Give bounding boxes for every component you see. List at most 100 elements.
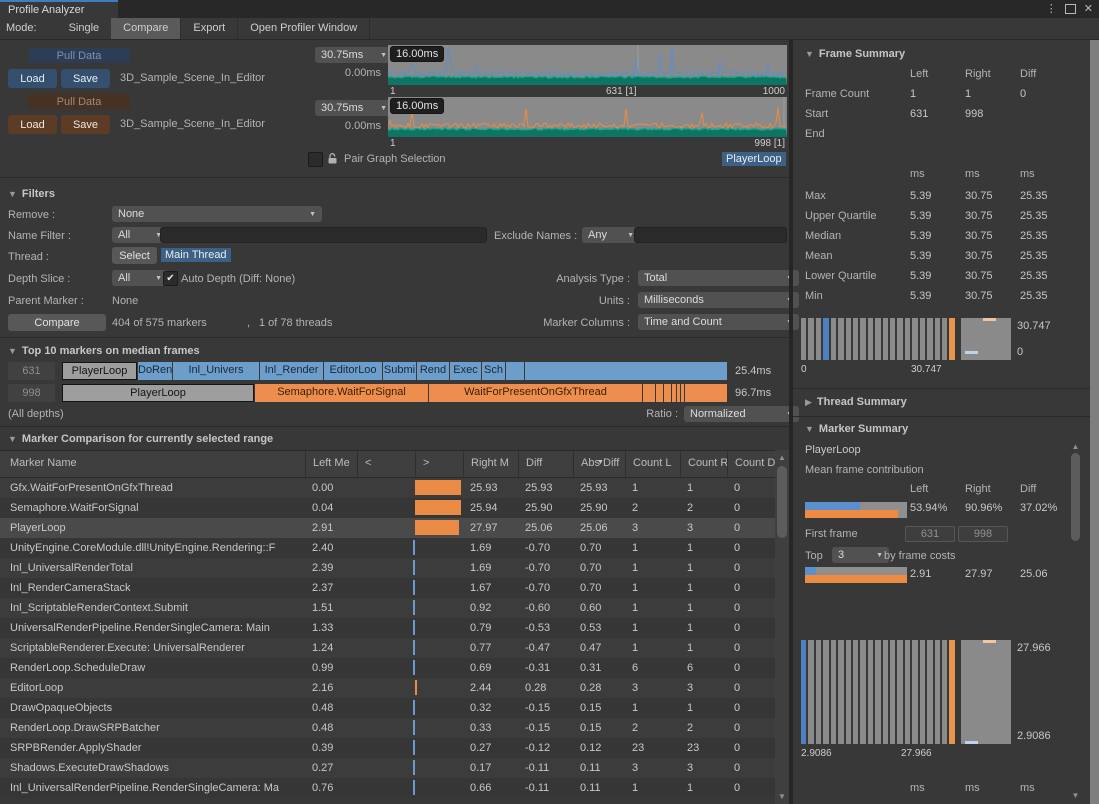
top10-segment[interactable]: Inl_Render xyxy=(260,362,323,380)
top10-segment[interactable] xyxy=(685,384,727,402)
remove-dropdown[interactable]: None▼ xyxy=(112,206,322,222)
first-frame-left-button[interactable]: 631 xyxy=(905,526,955,542)
comparison-row[interactable]: ScriptableRenderer.Execute: UniversalRen… xyxy=(0,638,775,658)
marker-columns-dropdown[interactable]: Time and Count▼ xyxy=(638,314,799,330)
depth-slice-dropdown[interactable]: All▼ xyxy=(112,270,168,286)
comparison-row[interactable]: Inl_UniversalRenderTotal2.391.69-0.700.7… xyxy=(0,558,775,578)
compare-button[interactable]: Compare xyxy=(8,314,106,331)
name-filter-input[interactable] xyxy=(160,227,487,243)
top10-segment[interactable]: Rend xyxy=(417,362,449,380)
cell-marker-name: Inl_UniversalRenderPipeline.RenderSingle… xyxy=(0,778,305,798)
filters-header[interactable]: ▼Filters xyxy=(8,188,55,200)
thread-summary-header[interactable]: ▶Thread Summary xyxy=(805,396,907,408)
maximize-icon[interactable] xyxy=(1065,4,1076,14)
comparison-row[interactable]: DrawOpaqueObjects0.480.32-0.150.15110 xyxy=(0,698,775,718)
top10-segment[interactable] xyxy=(506,362,524,380)
histogram-bar xyxy=(883,640,888,744)
top10-segment[interactable] xyxy=(672,384,676,402)
kebab-menu-icon[interactable]: ⋮ xyxy=(1046,2,1057,15)
scroll-up-icon[interactable]: ▲ xyxy=(1070,442,1081,451)
cell-count-right: 1 xyxy=(680,778,727,798)
table-scrollbar-thumb[interactable] xyxy=(777,466,787,538)
open-profiler-window-button[interactable]: Open Profiler Window xyxy=(238,18,369,39)
top10-segment[interactable] xyxy=(643,384,655,402)
frame-summary-header[interactable]: ▼Frame Summary xyxy=(805,48,905,60)
comparison-row[interactable]: EditorLoop2.162.440.280.28330 xyxy=(0,678,775,698)
window-scrollbar[interactable] xyxy=(1090,40,1099,804)
column-header-diff[interactable]: Diff xyxy=(518,451,573,477)
mode-compare-button[interactable]: Compare xyxy=(111,18,180,39)
comparison-row[interactable]: SRPBRender.ApplyShader0.390.27-0.120.122… xyxy=(0,738,775,758)
exclude-mode-dropdown[interactable]: Any▼ xyxy=(582,227,640,243)
load-button-right[interactable]: Load xyxy=(8,115,57,134)
ratio-dropdown[interactable]: Normalized▼ xyxy=(684,406,799,422)
frame-graph-right[interactable]: 16.00ms xyxy=(388,97,787,137)
frame-index-label[interactable]: 998 xyxy=(8,384,55,402)
comparison-row[interactable]: Shadows.ExecuteDrawShadows0.270.17-0.110… xyxy=(0,758,775,778)
top10-segment[interactable]: Submi xyxy=(383,362,416,380)
marker-summary-header[interactable]: ▼Marker Summary xyxy=(805,423,908,435)
auto-depth-checkbox[interactable]: ✔ xyxy=(163,271,178,286)
marker-comparison-header[interactable]: ▼Marker Comparison for currently selecte… xyxy=(8,433,273,445)
top10-segment[interactable]: Inl_Univers xyxy=(173,362,259,380)
frame-index-label[interactable]: 631 xyxy=(8,362,55,380)
comparison-row[interactable]: Semaphore.WaitForSignal0.0425.9425.9025.… xyxy=(0,498,775,518)
column-header-abs-diff[interactable]: Abs Diff▼ xyxy=(573,451,625,477)
top10-segment[interactable]: PlayerLoop xyxy=(62,384,254,402)
scroll-up-icon[interactable]: ▲ xyxy=(775,453,789,462)
exclude-names-input[interactable] xyxy=(634,227,787,243)
graph-scale-dropdown-left[interactable]: 30.75ms▼ xyxy=(315,47,393,63)
top-n-dropdown[interactable]: 3▼ xyxy=(832,547,889,563)
comparison-row[interactable]: RenderLoop.DrawSRPBatcher0.480.33-0.150.… xyxy=(0,718,775,738)
top10-segment[interactable]: WaitForPresentOnGfxThread xyxy=(429,384,642,402)
top10-segment[interactable]: Semaphore.WaitForSignal xyxy=(255,384,428,402)
close-icon[interactable]: ✕ xyxy=(1084,2,1093,15)
column-header-count-d[interactable]: Count D xyxy=(727,451,775,477)
top10-segment[interactable] xyxy=(656,384,663,402)
top10-segment[interactable]: DoRenderl xyxy=(138,362,172,380)
top10-segment[interactable] xyxy=(681,384,684,402)
units-dropdown[interactable]: Milliseconds▼ xyxy=(638,292,799,308)
table-scrollbar[interactable]: ▲ ▼ xyxy=(775,450,789,804)
comparison-row[interactable]: Inl_UniversalRenderPipeline.RenderSingle… xyxy=(0,778,775,798)
top10-segment[interactable]: Exec xyxy=(450,362,481,380)
top10-header[interactable]: ▼Top 10 markers on median frames xyxy=(8,345,200,357)
load-button-left[interactable]: Load xyxy=(8,69,57,88)
analysis-type-dropdown[interactable]: Total▼ xyxy=(638,270,799,286)
top10-segment[interactable] xyxy=(664,384,671,402)
comparison-row[interactable]: RenderLoop.ScheduleDraw0.990.69-0.310.31… xyxy=(0,658,775,678)
frame-graph-left[interactable]: 16.00ms xyxy=(388,45,787,85)
top10-segment[interactable]: PlayerLoop xyxy=(62,362,137,380)
histogram-bar xyxy=(868,640,873,744)
comparison-row[interactable]: UniversalRenderPipeline.RenderSingleCame… xyxy=(0,618,775,638)
top10-segment[interactable] xyxy=(525,362,727,380)
save-button-left[interactable]: Save xyxy=(61,69,110,88)
column-header-right-m[interactable]: Right M xyxy=(463,451,518,477)
column-header-count-r[interactable]: Count R xyxy=(680,451,727,477)
column-header--[interactable]: > xyxy=(415,451,463,477)
graph-scale-dropdown-right[interactable]: 30.75ms▼ xyxy=(315,100,393,116)
pair-graph-selection-checkbox[interactable] xyxy=(308,152,323,167)
thread-select-button[interactable]: Select xyxy=(112,247,157,264)
comparison-row[interactable]: Inl_RenderCameraStack2.371.67-0.700.7011… xyxy=(0,578,775,598)
top10-segment[interactable] xyxy=(677,384,680,402)
scroll-down-icon[interactable]: ▼ xyxy=(775,792,789,801)
column-header-count-l[interactable]: Count L xyxy=(625,451,680,477)
column-header-marker-name[interactable]: Marker Name xyxy=(0,451,305,477)
comparison-row[interactable]: Gfx.WaitForPresentOnGfxThread0.0025.9325… xyxy=(0,478,775,498)
comparison-row[interactable]: Inl_ScriptableRenderContext.Submit1.510.… xyxy=(0,598,775,618)
mode-single-button[interactable]: Single xyxy=(57,18,112,39)
comparison-row[interactable]: UnityEngine.CoreModule.dll!UnityEngine.R… xyxy=(0,538,775,558)
first-frame-right-button[interactable]: 998 xyxy=(958,526,1008,542)
column-header--[interactable]: < xyxy=(357,451,415,477)
save-button-right[interactable]: Save xyxy=(61,115,110,134)
comparison-row[interactable]: PlayerLoop2.9127.9725.0625.06330 xyxy=(0,518,775,538)
export-button[interactable]: Export xyxy=(181,18,237,39)
pull-data-button-left[interactable]: Pull Data xyxy=(28,48,130,63)
column-header-left-me[interactable]: Left Me xyxy=(305,451,357,477)
top10-segment[interactable]: Sch xyxy=(482,362,505,380)
top10-segment[interactable]: EditorLoo xyxy=(324,362,382,380)
pull-data-button-right[interactable]: Pull Data xyxy=(28,94,130,109)
cell-left-median: 0.48 xyxy=(305,718,357,738)
tab-profile-analyzer[interactable]: Profile Analyzer xyxy=(0,0,118,18)
